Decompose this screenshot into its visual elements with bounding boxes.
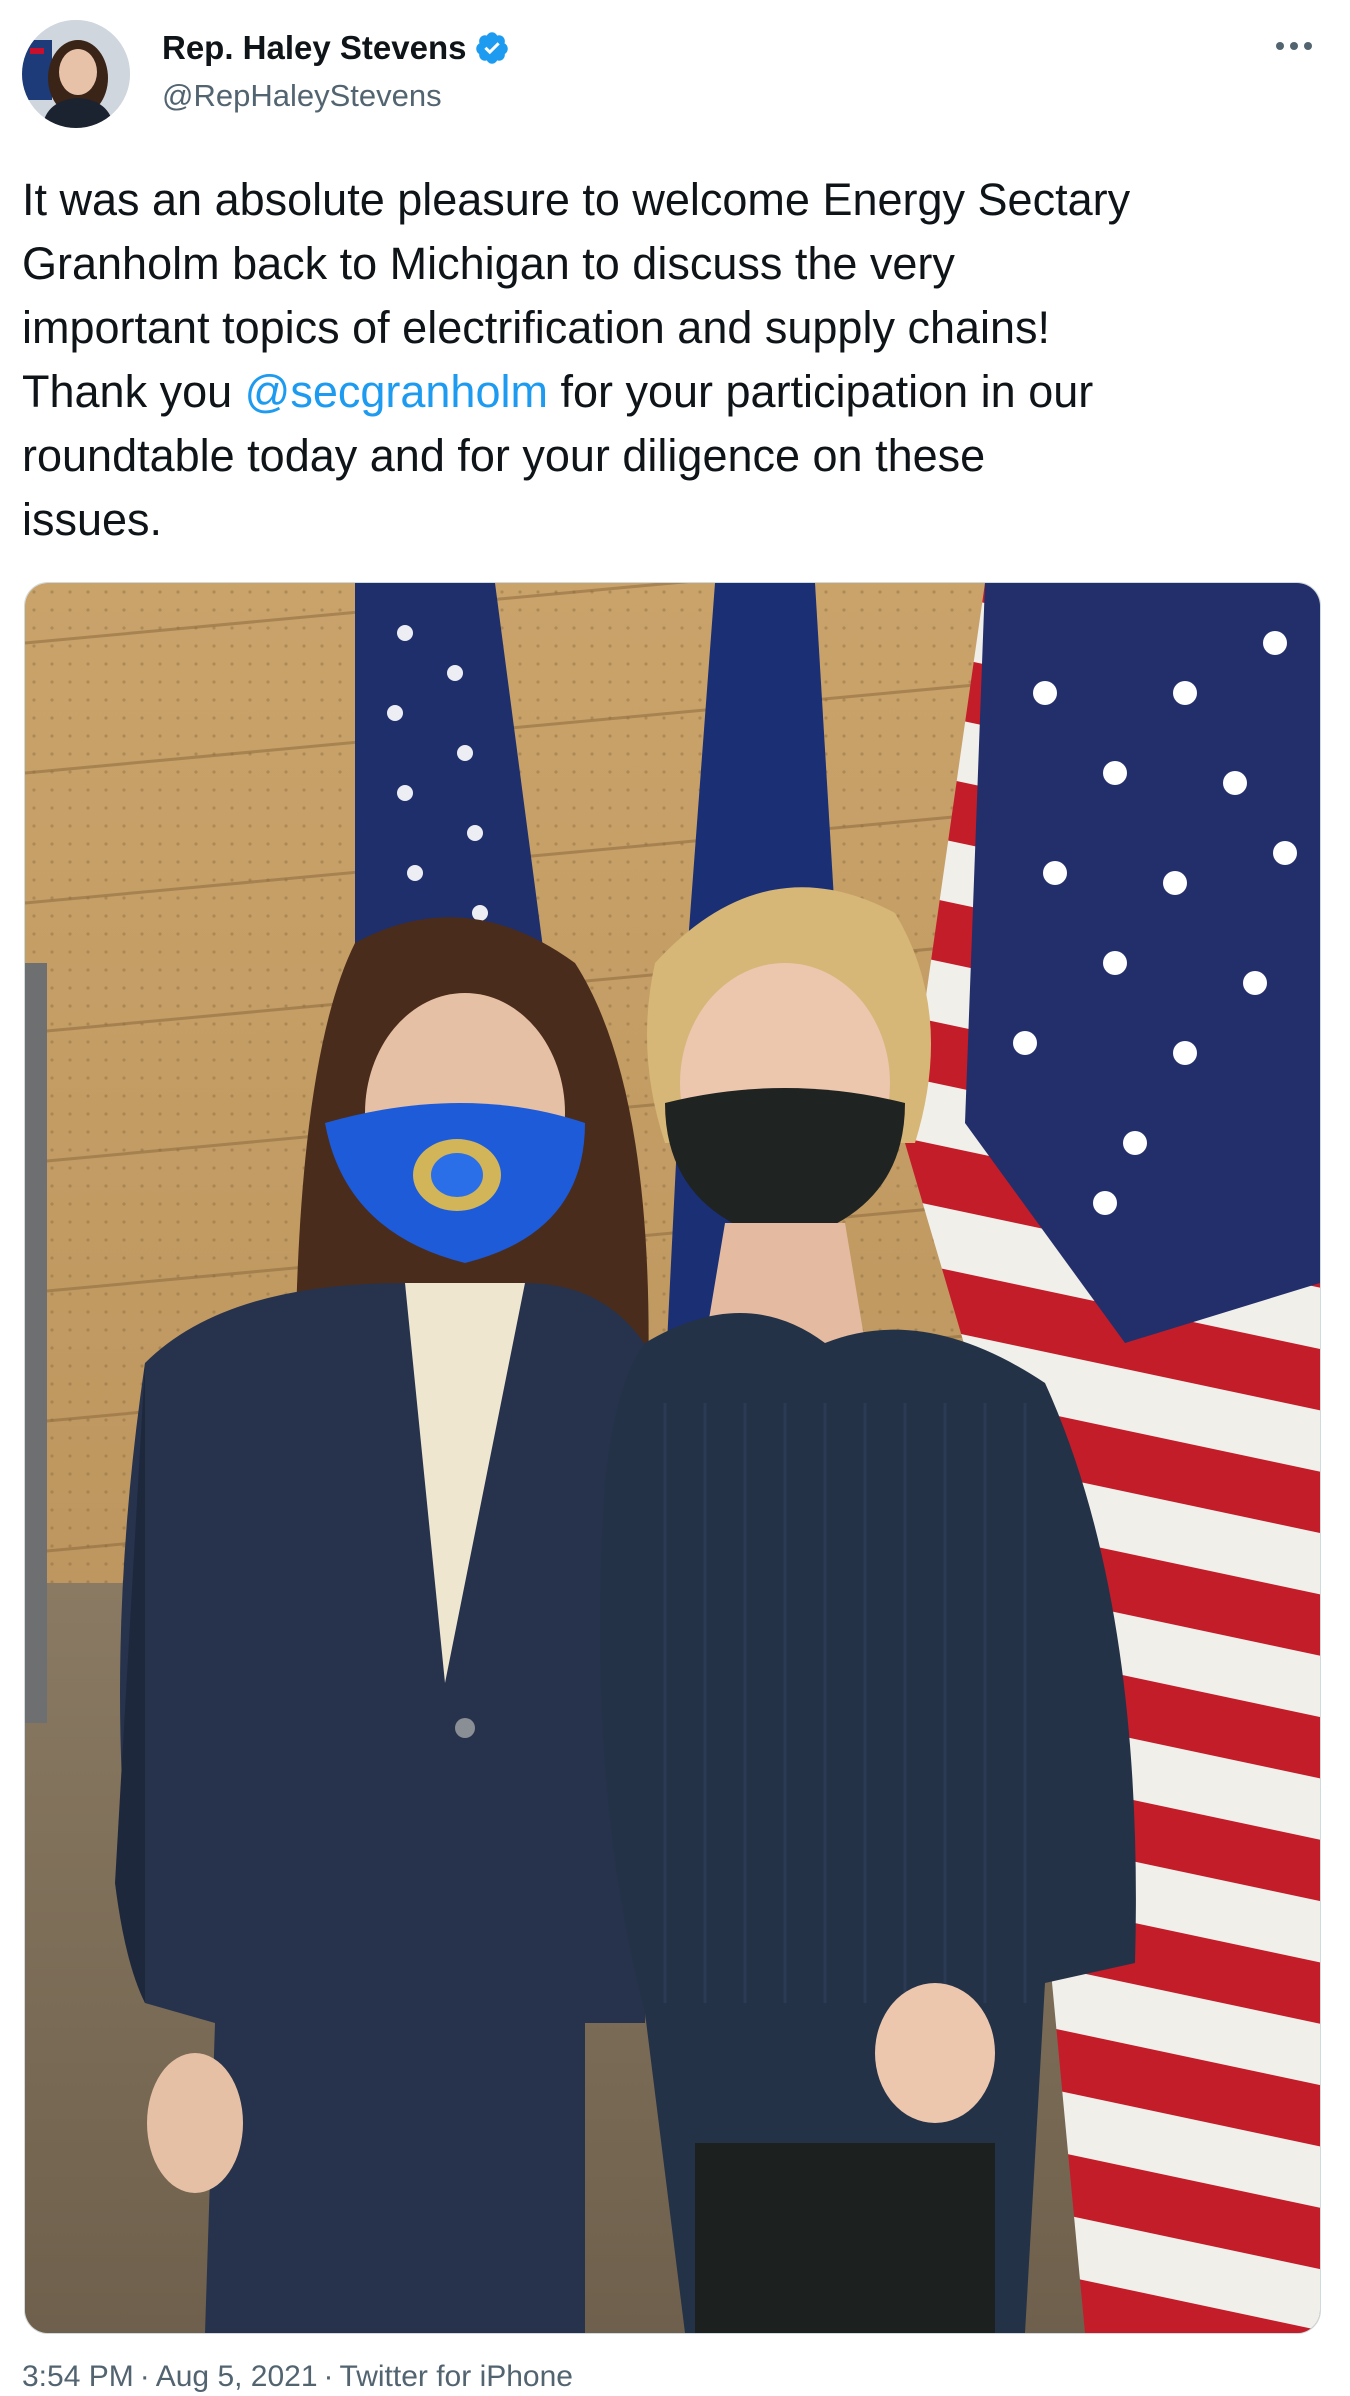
tweet-text: It was an absolute pleasure to welcome E…	[22, 168, 1322, 552]
author-name[interactable]: Rep. Haley Stevens	[162, 28, 466, 68]
tweet-photo[interactable]	[24, 582, 1321, 2334]
mention-link[interactable]: @secgranholm	[245, 366, 548, 417]
author-handle[interactable]: @RepHaleyStevens	[162, 76, 442, 116]
tweet-meta: 3:54 PM · Aug 5, 2021 · Twitter for iPhone	[22, 2358, 573, 2396]
more-dots-icon[interactable]	[1272, 36, 1316, 56]
tweet-card: Rep. Haley Stevens @RepHaleyStevens It w…	[0, 0, 1350, 2396]
tweet-date[interactable]: Aug 5, 2021	[156, 2360, 318, 2393]
author-name-row[interactable]: Rep. Haley Stevens	[162, 28, 510, 68]
author-avatar[interactable]	[22, 20, 130, 128]
photo-two-women-with-flags	[25, 583, 1320, 2333]
tweet-time[interactable]: 3:54 PM	[22, 2360, 134, 2393]
verified-badge-icon	[474, 30, 510, 66]
tweet-source[interactable]: Twitter for iPhone	[340, 2360, 573, 2393]
meta-separator: ·	[139, 2360, 150, 2393]
meta-separator: ·	[323, 2360, 334, 2393]
avatar-photo	[22, 20, 130, 128]
